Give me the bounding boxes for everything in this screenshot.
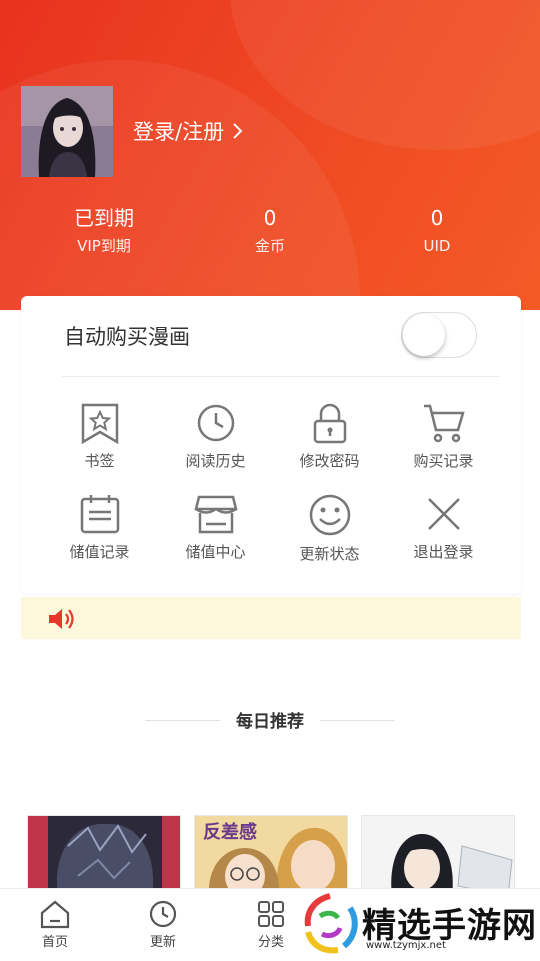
menu-item-label: 购买记录 — [413, 452, 474, 470]
lock-icon — [313, 403, 346, 444]
avatar[interactable] — [21, 86, 113, 177]
svg-text:反差感: 反差感 — [203, 821, 257, 843]
bookmark-star-icon — [81, 403, 118, 444]
tab-home[interactable]: 首页 — [0, 889, 110, 961]
clock-icon — [149, 900, 177, 928]
menu-item-label: 储值中心 — [185, 543, 246, 561]
menu-item-topup-center[interactable]: 储值中心 — [158, 493, 273, 573]
menu-item-label: 退出登录 — [413, 543, 474, 561]
coins-label: 金币 — [254, 237, 285, 255]
comic-cover[interactable] — [27, 815, 181, 895]
tab-label: 首页 — [41, 935, 68, 950]
tab-updates[interactable]: 更新 — [108, 889, 218, 961]
toggle-knob — [403, 314, 445, 356]
grid-icon — [258, 901, 284, 927]
comic-cover[interactable]: 反差感 — [194, 815, 348, 895]
menu-card: 自动购买漫画 书签 阅读历史 修改密码 购买记录 储值记录 储值中心 更新状态 … — [21, 296, 521, 594]
notice-bar[interactable] — [21, 597, 521, 639]
menu-item-logout[interactable]: 退出登录 — [386, 493, 501, 573]
auto-buy-label: 自动购买漫画 — [64, 325, 190, 349]
chevron-right-icon — [233, 123, 243, 139]
uid-label: UID — [423, 237, 451, 255]
menu-item-label: 储值记录 — [69, 543, 130, 561]
menu-item-update-status[interactable]: 更新状态 — [272, 493, 387, 573]
login-register-label: 登录/注册 — [133, 120, 225, 144]
coins-value: 0 — [263, 206, 277, 230]
menu-item-history[interactable]: 阅读历史 — [158, 402, 273, 482]
home-icon — [40, 900, 70, 929]
menu-item-change-password[interactable]: 修改密码 — [272, 402, 387, 482]
menu-item-purchase-history[interactable]: 购买记录 — [386, 402, 501, 482]
menu-item-label: 修改密码 — [299, 452, 360, 470]
vip-value: 已到期 — [74, 206, 134, 230]
daily-recommend-header: 每日推荐 — [145, 705, 395, 735]
menu-item-label: 书签 — [84, 452, 115, 470]
smiley-icon — [309, 494, 350, 536]
auto-buy-row: 自动购买漫画 — [21, 296, 521, 376]
menu-item-label: 更新状态 — [299, 545, 360, 563]
uid-value: 0 — [430, 206, 444, 230]
tab-label: 更新 — [149, 935, 176, 950]
watermark: 精选手游网 www.tzymjx.net — [300, 890, 540, 960]
clock-icon — [197, 404, 234, 442]
menu-item-label: 阅读历史 — [185, 452, 246, 470]
divider — [145, 720, 220, 721]
watermark-url: www.tzymjx.net — [366, 940, 446, 951]
daily-recommend-title: 每日推荐 — [220, 707, 320, 732]
login-register-link[interactable]: 登录/注册 — [133, 116, 244, 146]
uid-stat: 0 UID — [367, 204, 507, 260]
divider — [62, 376, 500, 377]
cart-icon — [423, 404, 465, 443]
close-x-icon — [427, 498, 460, 530]
menu-item-bookmark[interactable]: 书签 — [42, 402, 157, 482]
store-icon — [193, 495, 238, 534]
coins-stat: 0 金币 — [200, 204, 340, 260]
vip-stat: 已到期 VIP到期 — [34, 204, 174, 260]
auto-buy-toggle[interactable] — [401, 312, 477, 358]
profile-header: 登录/注册 已到期 VIP到期 0 金币 0 UID — [0, 0, 540, 310]
menu-item-topup-history[interactable]: 储值记录 — [42, 493, 157, 573]
watermark-logo — [304, 893, 358, 954]
divider — [320, 720, 395, 721]
vip-label: VIP到期 — [77, 237, 131, 255]
comic-cover[interactable] — [361, 815, 515, 895]
speaker-icon — [49, 609, 74, 629]
clipboard-list-icon — [80, 495, 119, 534]
